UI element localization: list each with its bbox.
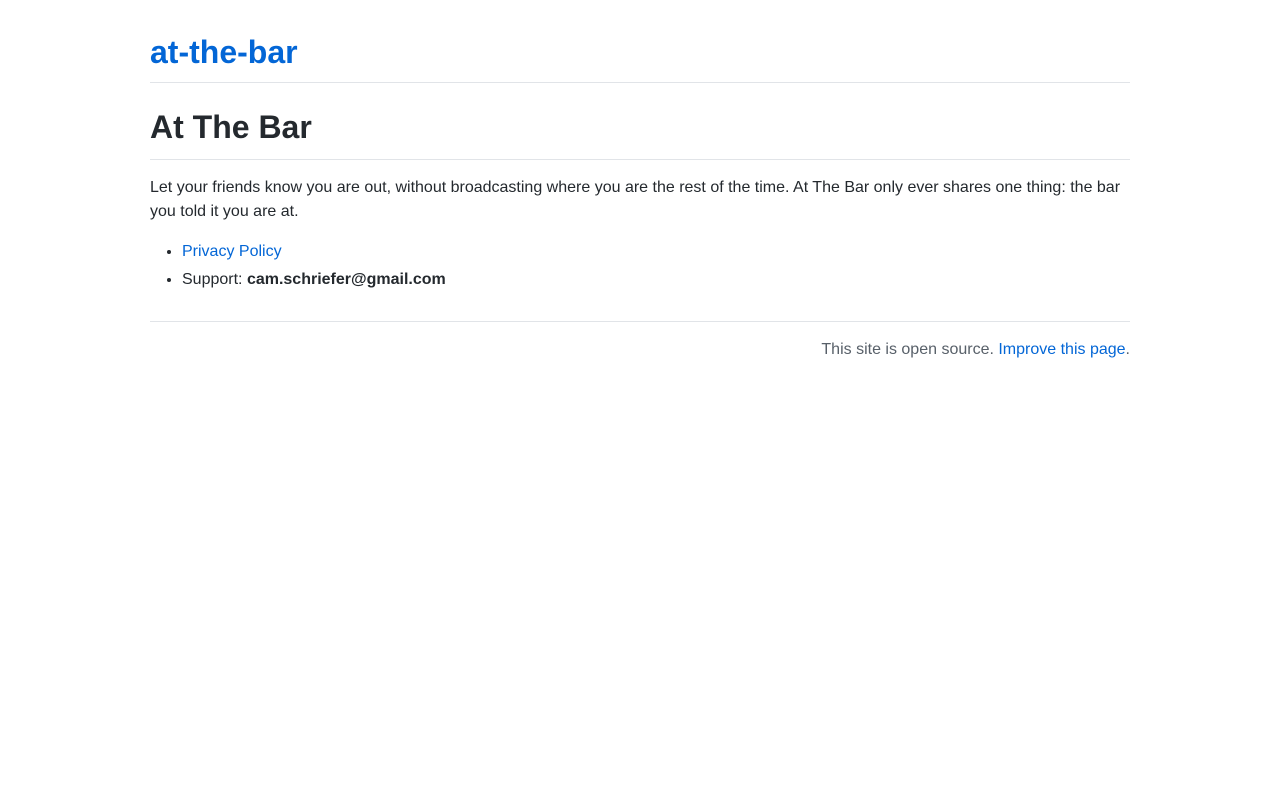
site-header: at-the-bar: [150, 32, 1130, 83]
links-list: Privacy Policy Support: cam.schriefer@gm…: [150, 240, 1130, 292]
main-content: At The Bar Let your friends know you are…: [150, 107, 1130, 292]
site-footer: This site is open source. Improve this p…: [150, 321, 1130, 362]
site-title-link[interactable]: at-the-bar: [150, 32, 298, 72]
footer-suffix: .: [1125, 341, 1130, 358]
privacy-policy-link[interactable]: Privacy Policy: [182, 243, 282, 260]
page-container: at-the-bar At The Bar Let your friends k…: [150, 0, 1130, 362]
page-description: Let your friends know you are out, witho…: [150, 179, 1121, 220]
support-email: cam.schriefer@gmail.com: [246, 271, 446, 288]
list-item-privacy: Privacy Policy: [182, 240, 1130, 264]
support-label: Support:: [182, 271, 247, 288]
footer-text: This site is open source.: [821, 341, 999, 358]
page-title: At The Bar: [150, 107, 1130, 160]
improve-page-link[interactable]: Improve this page: [998, 341, 1125, 358]
list-item-support: Support: cam.schriefer@gmail.com: [182, 268, 1130, 292]
